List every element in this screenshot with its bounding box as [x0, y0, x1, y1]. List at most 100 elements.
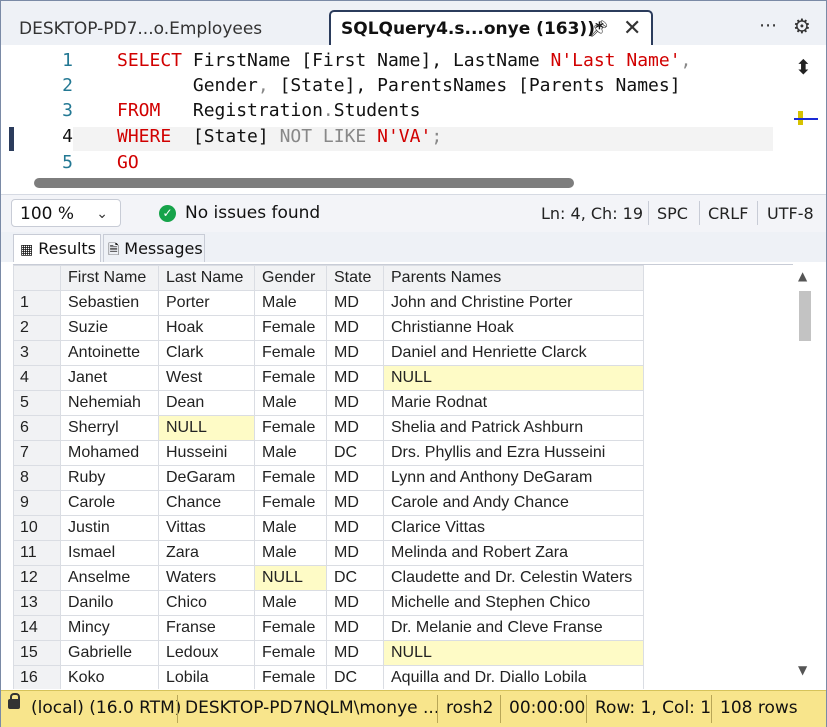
table-cell[interactable]: Dr. Melanie and Cleve Franse — [383, 615, 644, 641]
row-number[interactable]: 1 — [13, 290, 61, 316]
table-cell[interactable]: Ledoux — [158, 640, 255, 666]
table-cell[interactable]: Female — [254, 615, 327, 641]
table-cell[interactable]: Shelia and Patrick Ashburn — [383, 415, 644, 441]
table-cell[interactable]: MD — [326, 290, 384, 316]
spacing-indicator[interactable]: SPC — [657, 204, 688, 223]
table-row[interactable]: 4 Janet West Female MD NULL — [13, 365, 644, 391]
row-number[interactable]: 10 — [13, 515, 61, 541]
row-number[interactable]: 14 — [13, 615, 61, 641]
table-cell[interactable]: Marie Rodnat — [383, 390, 644, 416]
table-cell[interactable]: West — [158, 365, 255, 391]
table-cell[interactable]: NULL — [383, 365, 644, 391]
table-cell[interactable]: Aquilla and Dr. Diallo Lobila — [383, 665, 644, 689]
zoom-select[interactable]: 100 % ⌄ — [11, 199, 121, 227]
encoding-indicator[interactable]: UTF-8 — [767, 204, 814, 223]
table-cell[interactable]: Claudette and Dr. Celestin Waters — [383, 565, 644, 591]
table-row[interactable]: 1 Sebastien Porter Male MD John and Christine… — [13, 290, 644, 316]
split-editor-icon[interactable]: ⬍ — [795, 55, 812, 79]
table-cell[interactable]: Sherryl — [60, 415, 159, 441]
table-cell[interactable]: Female — [254, 490, 327, 516]
line-ending-indicator[interactable]: CRLF — [708, 204, 748, 223]
more-options-icon[interactable]: ⋯ — [759, 15, 778, 36]
row-number[interactable]: 15 — [13, 640, 61, 666]
gear-icon[interactable]: ⚙ — [793, 14, 811, 38]
table-cell[interactable]: Male — [254, 390, 327, 416]
table-cell[interactable]: Danilo — [60, 590, 159, 616]
table-cell[interactable]: Husseini — [158, 440, 255, 466]
table-row[interactable]: 3 Antoinette Clark Female MD Daniel and Henri… — [13, 340, 644, 366]
table-cell[interactable]: Anselme — [60, 565, 159, 591]
column-header[interactable]: First Name — [60, 265, 159, 291]
scroll-up-icon[interactable]: ▲ — [798, 269, 807, 283]
scroll-down-icon[interactable]: ▼ — [798, 663, 807, 677]
table-row[interactable]: 7 Mohamed Husseini Male DC Drs. Phyllis and E… — [13, 440, 644, 466]
table-cell[interactable]: Chance — [158, 490, 255, 516]
table-cell[interactable]: Female — [254, 465, 327, 491]
table-cell[interactable]: Janet — [60, 365, 159, 391]
table-cell[interactable]: NULL — [158, 415, 255, 441]
table-cell[interactable]: Female — [254, 365, 327, 391]
row-number[interactable]: 5 — [13, 390, 61, 416]
table-cell[interactable]: Dean — [158, 390, 255, 416]
column-header[interactable]: Last Name — [158, 265, 255, 291]
table-cell[interactable]: Drs. Phyllis and Ezra Husseini — [383, 440, 644, 466]
table-cell[interactable]: Male — [254, 290, 327, 316]
table-cell[interactable]: Lynn and Anthony DeGaram — [383, 465, 644, 491]
table-cell[interactable]: Zara — [158, 540, 255, 566]
table-cell[interactable]: Female — [254, 665, 327, 689]
table-cell[interactable]: MD — [326, 490, 384, 516]
table-cell[interactable]: Female — [254, 340, 327, 366]
row-number[interactable]: 12 — [13, 565, 61, 591]
table-cell[interactable]: MD — [326, 415, 384, 441]
table-row[interactable]: 9 Carole Chance Female MD Carole and Andy Cha… — [13, 490, 644, 516]
table-cell[interactable]: DC — [326, 565, 384, 591]
table-cell[interactable]: Koko — [60, 665, 159, 689]
table-row[interactable]: 10 Justin Vittas Male MD Clarice Vittas — [13, 515, 644, 541]
table-cell[interactable]: Gabrielle — [60, 640, 159, 666]
row-number[interactable]: 2 — [13, 315, 61, 341]
row-number[interactable]: 4 — [13, 365, 61, 391]
column-header[interactable]: Gender — [254, 265, 327, 291]
table-row[interactable]: 14 Mincy Franse Female MD Dr. Melanie and Cle… — [13, 615, 644, 641]
close-icon[interactable]: ✕ — [623, 16, 641, 41]
table-cell[interactable]: Nehemiah — [60, 390, 159, 416]
table-cell[interactable]: Antoinette — [60, 340, 159, 366]
row-number[interactable]: 13 — [13, 590, 61, 616]
table-cell[interactable]: MD — [326, 540, 384, 566]
table-cell[interactable]: Melinda and Robert Zara — [383, 540, 644, 566]
table-cell[interactable]: Waters — [158, 565, 255, 591]
table-cell[interactable]: Daniel and Henriette Clarck — [383, 340, 644, 366]
table-cell[interactable]: MD — [326, 615, 384, 641]
table-cell[interactable]: Christianne Hoak — [383, 315, 644, 341]
table-row[interactable]: 12 Anselme Waters NULL DC Claudette and Dr. C… — [13, 565, 644, 591]
table-cell[interactable]: Female — [254, 315, 327, 341]
issues-status[interactable]: No issues found — [185, 203, 320, 223]
tab-sqlquery4[interactable]: SQLQuery4.s...onye (163))* 📌︎ ✕ — [329, 10, 653, 46]
results-grid[interactable]: First Name Last Name Gender State Parent… — [13, 264, 793, 689]
table-cell[interactable]: Lobila — [158, 665, 255, 689]
table-cell[interactable]: MD — [326, 340, 384, 366]
row-number[interactable]: 16 — [13, 665, 61, 689]
cursor-position[interactable]: Ln: 4, Ch: 19 — [541, 204, 643, 223]
row-number[interactable]: 7 — [13, 440, 61, 466]
table-cell[interactable]: MD — [326, 515, 384, 541]
table-cell[interactable]: Ruby — [60, 465, 159, 491]
table-cell[interactable]: Franse — [158, 615, 255, 641]
scroll-thumb[interactable] — [799, 291, 811, 341]
table-cell[interactable]: Sebastien — [60, 290, 159, 316]
table-row[interactable]: 2 Suzie Hoak Female MD Christianne Hoak — [13, 315, 644, 341]
table-cell[interactable]: Male — [254, 540, 327, 566]
table-row[interactable]: 8 Ruby DeGaram Female MD Lynn and Anthony DeG… — [13, 465, 644, 491]
table-cell[interactable]: Vittas — [158, 515, 255, 541]
table-cell[interactable]: Hoak — [158, 315, 255, 341]
table-cell[interactable]: Clarice Vittas — [383, 515, 644, 541]
table-cell[interactable]: Mincy — [60, 615, 159, 641]
table-cell[interactable]: Suzie — [60, 315, 159, 341]
table-cell[interactable]: Male — [254, 590, 327, 616]
table-cell[interactable]: MD — [326, 365, 384, 391]
table-cell[interactable]: DC — [326, 665, 384, 689]
row-number[interactable]: 9 — [13, 490, 61, 516]
pin-icon[interactable]: 📌︎ — [589, 19, 609, 38]
row-number[interactable]: 3 — [13, 340, 61, 366]
table-cell[interactable]: DeGaram — [158, 465, 255, 491]
